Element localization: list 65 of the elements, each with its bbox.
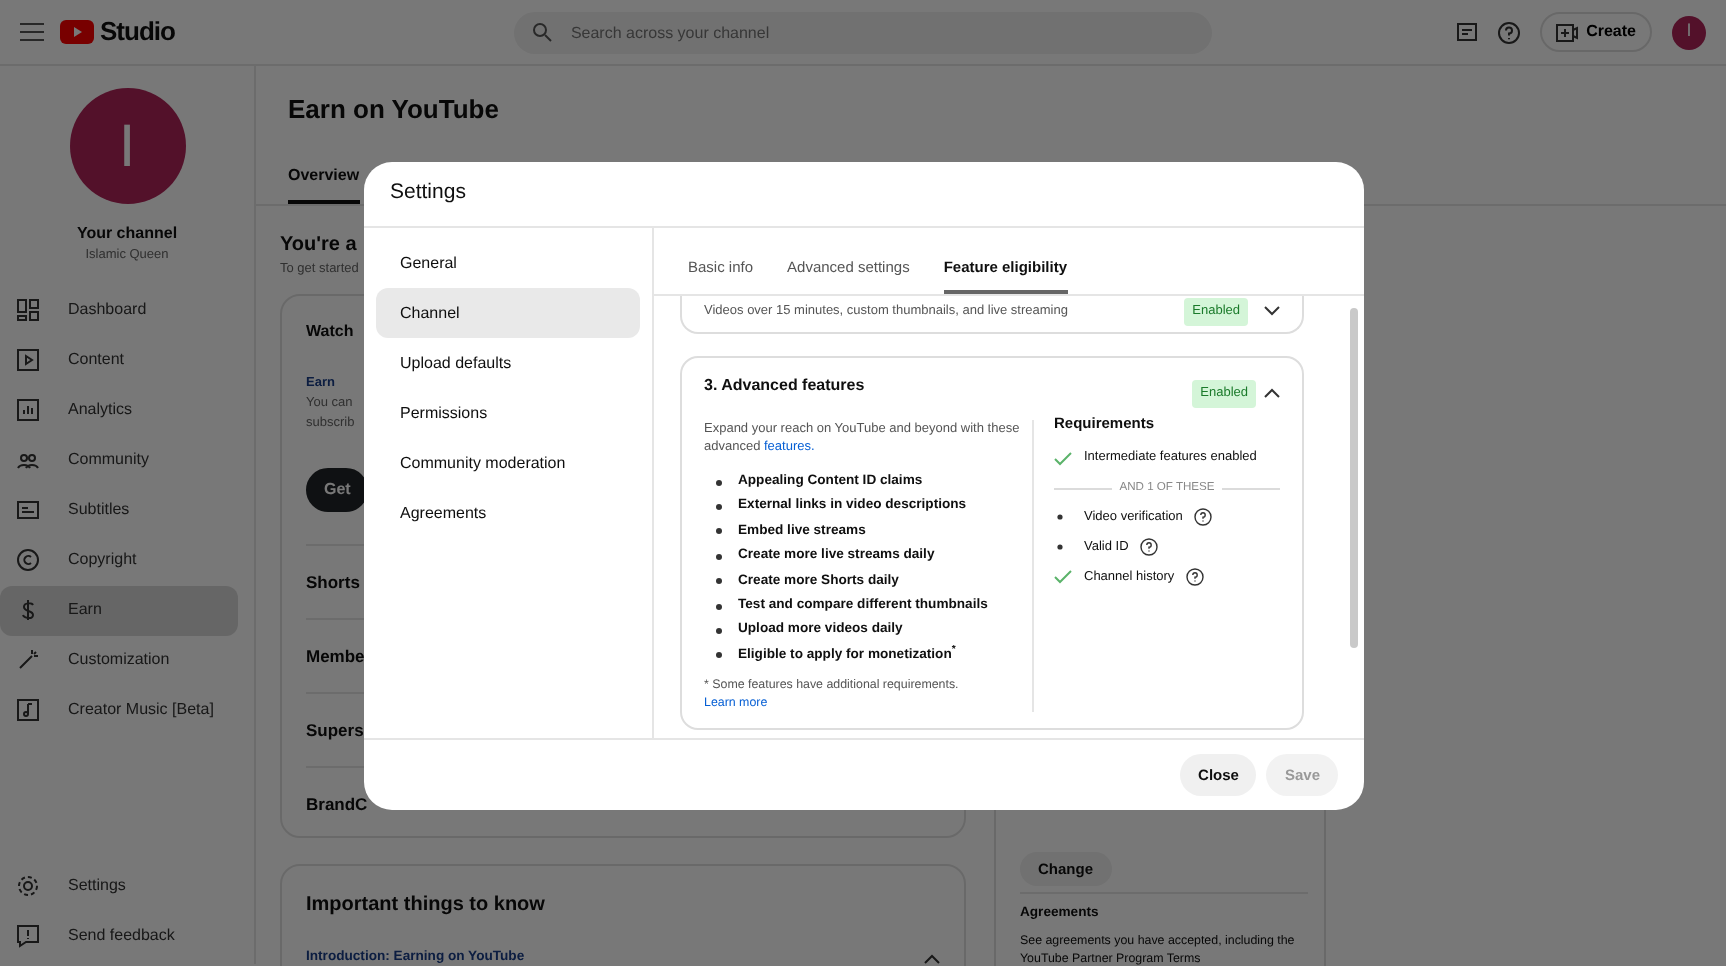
sidebar-item[interactable]: Customization <box>0 635 238 686</box>
settings-nav-item[interactable]: Channel <box>376 288 640 338</box>
settings-nav-item[interactable]: General <box>376 238 640 288</box>
row-title: Membe <box>306 643 365 669</box>
page-tab[interactable]: Overview <box>288 163 360 203</box>
chevron-icon[interactable] <box>1264 306 1280 317</box>
feature-title: 3. Advanced features <box>704 373 865 398</box>
chevron-icon[interactable] <box>1264 388 1280 399</box>
sidebar-item[interactable]: Subtitles <box>0 485 238 536</box>
card-title: Important things to know <box>306 892 547 921</box>
sidebar-item[interactable]: Analytics <box>0 385 238 436</box>
settings-nav-item[interactable]: Permissions <box>376 388 640 438</box>
feedback-icon <box>16 923 40 947</box>
bullet-icon <box>716 628 722 635</box>
row-title: Supers <box>306 717 364 743</box>
bullet-icon <box>716 652 722 659</box>
scrollbar[interactable] <box>1350 308 1358 648</box>
get-started-button[interactable]: Get <box>306 468 369 512</box>
menu-icon[interactable] <box>20 22 44 42</box>
subtitles-icon <box>16 498 40 523</box>
community-icon <box>16 448 40 473</box>
channel-title: Your channel <box>76 222 178 246</box>
captions-icon[interactable] <box>1456 21 1479 43</box>
sidebar-item[interactable]: Creator Music [Beta] <box>0 685 238 736</box>
create-button[interactable]: Create <box>1540 12 1652 52</box>
row-title: BrandC <box>306 791 368 817</box>
copyright-icon <box>16 548 40 573</box>
row-title: Shorts <box>306 569 360 595</box>
music-icon <box>16 698 40 723</box>
page-title: Earn on YouTube <box>288 92 501 128</box>
sidebar-item[interactable]: Content <box>0 335 238 386</box>
settings-nav-item[interactable]: Upload defaults <box>376 338 640 388</box>
settings-nav-item[interactable]: Community moderation <box>376 438 640 488</box>
section-heading: You're a <box>280 231 357 259</box>
help-icon[interactable] <box>1186 568 1205 587</box>
earn-icon <box>16 598 40 623</box>
sidebar-item[interactable]: Community <box>0 435 238 486</box>
settings-nav-item[interactable]: Agreements <box>376 488 640 538</box>
help-icon[interactable] <box>1140 538 1159 557</box>
customization-icon <box>16 648 40 673</box>
bullet-icon <box>716 479 722 486</box>
bullet-icon <box>716 504 722 511</box>
help-icon[interactable] <box>1194 508 1213 527</box>
sidebar-item[interactable]: Copyright <box>0 535 238 586</box>
bullet-icon <box>716 528 722 535</box>
play-logo-icon <box>60 20 94 44</box>
bullet-icon <box>716 603 722 610</box>
content-icon <box>16 348 40 373</box>
dialog-title: Settings <box>390 178 466 209</box>
settings-icon <box>16 873 40 897</box>
avatar[interactable]: I <box>1672 15 1706 49</box>
logo-text[interactable]: Studio <box>100 12 175 52</box>
analytics-icon <box>16 398 40 423</box>
channel-avatar[interactable]: I <box>69 88 185 204</box>
card-title: Watch <box>306 320 354 345</box>
dashboard-icon <box>16 298 40 323</box>
bullet-icon <box>716 553 722 560</box>
search-icon <box>532 22 553 42</box>
bullet-icon <box>716 578 722 585</box>
search-field[interactable]: Search across your channel <box>514 11 1213 53</box>
sidebar-item[interactable]: Dashboard <box>0 285 238 336</box>
sidebar-item[interactable]: Settings <box>0 860 238 910</box>
sidebar-item[interactable]: Send feedback <box>0 910 238 960</box>
sidebar-item[interactable]: Earn <box>0 585 238 636</box>
camera-plus-icon <box>1556 23 1579 41</box>
